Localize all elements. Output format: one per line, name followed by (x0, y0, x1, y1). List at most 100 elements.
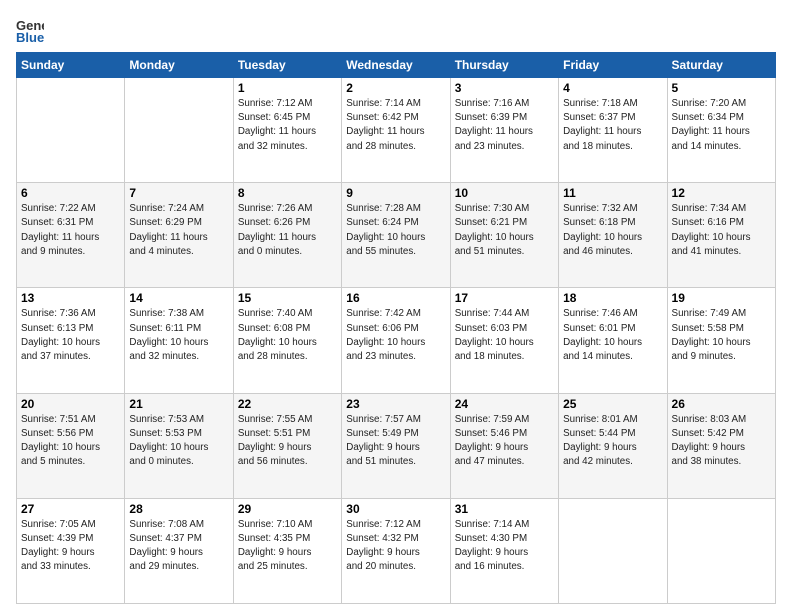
day-info: Sunrise: 7:53 AMSunset: 5:53 PMDaylight:… (129, 413, 228, 470)
calendar-cell: 15Sunrise: 7:40 AMSunset: 6:08 PMDayligh… (233, 288, 341, 393)
calendar-cell: 10 Sunrise: 7:30 AMSunset: 6:21 PMDayligh… (450, 183, 558, 288)
day-number: 31 (455, 502, 554, 516)
day-number: 19 (672, 291, 771, 305)
day-number: 11 (563, 186, 662, 200)
day-info: Sunrise: 7:20 AMSunset: 6:34 PMDaylight:… (672, 97, 771, 154)
day-info: Sunrise: 7:10 AMSunset: 4:35 PMDaylight:… (238, 518, 337, 575)
calendar-week-row: 27Sunrise: 7:05 AMSunset: 4:39 PMDayligh… (17, 498, 776, 603)
calendar-cell: 28 Sunrise: 7:08 AMSunset: 4:37 PMDayligh… (125, 498, 233, 603)
logo: General Blue (16, 16, 50, 44)
day-number: 7 (129, 186, 228, 200)
calendar-cell: 29 Sunrise: 7:10 AMSunset: 4:35 PMDayligh… (233, 498, 341, 603)
day-number: 28 (129, 502, 228, 516)
calendar-cell: 20 Sunrise: 7:51 AMSunset: 5:56 PMDayligh… (17, 393, 125, 498)
day-number: 13 (21, 291, 120, 305)
day-info: Sunrise: 7:30 AMSunset: 6:21 PMDaylight:… (455, 202, 554, 259)
calendar-cell: 30 Sunrise: 7:12 AMSunset: 4:32 PMDayligh… (342, 498, 450, 603)
calendar-table: SundayMondayTuesdayWednesdayThursdayFrid… (16, 52, 776, 604)
day-info: Sunrise: 7:32 AMSunset: 6:18 PMDaylight:… (563, 202, 662, 259)
calendar-cell: 25 Sunrise: 8:01 AMSunset: 5:44 PMDayligh… (559, 393, 667, 498)
day-info: Sunrise: 7:55 AMSunset: 5:51 PMDaylight:… (238, 413, 337, 470)
logo-icon: General Blue (16, 16, 44, 44)
day-info: Sunrise: 7:08 AMSunset: 4:37 PMDaylight:… (129, 518, 228, 575)
day-number: 8 (238, 186, 337, 200)
day-number: 14 (129, 291, 228, 305)
day-of-week-header: Sunday (17, 53, 125, 78)
calendar-body: 1Sunrise: 7:12 AMSunset: 6:45 PMDaylight… (17, 78, 776, 604)
day-info: Sunrise: 7:51 AMSunset: 5:56 PMDaylight:… (21, 413, 120, 470)
day-info: Sunrise: 8:01 AMSunset: 5:44 PMDaylight:… (563, 413, 662, 470)
day-number: 26 (672, 397, 771, 411)
calendar-cell: 18 Sunrise: 7:46 AMSunset: 6:01 PMDayligh… (559, 288, 667, 393)
calendar-cell (559, 498, 667, 603)
calendar-week-row: 13 Sunrise: 7:36 AMSunset: 6:13 PMDayligh… (17, 288, 776, 393)
day-info: Sunrise: 7:14 AMSunset: 4:30 PMDaylight:… (455, 518, 554, 575)
day-info: Sunrise: 7:12 AMSunset: 4:32 PMDaylight:… (346, 518, 445, 575)
day-info: Sunrise: 7:14 AMSunset: 6:42 PMDaylight:… (346, 97, 445, 154)
day-info: Sunrise: 7:34 AMSunset: 6:16 PMDaylight:… (672, 202, 771, 259)
calendar-cell: 24 Sunrise: 7:59 AMSunset: 5:46 PMDayligh… (450, 393, 558, 498)
day-info: Sunrise: 7:46 AMSunset: 6:01 PMDaylight:… (563, 307, 662, 364)
calendar-cell (125, 78, 233, 183)
day-number: 5 (672, 81, 771, 95)
calendar-cell: 23 Sunrise: 7:57 AMSunset: 5:49 PMDayligh… (342, 393, 450, 498)
header: General Blue (16, 16, 776, 44)
calendar-cell: 14Sunrise: 7:38 AMSunset: 6:11 PMDayligh… (125, 288, 233, 393)
day-number: 22 (238, 397, 337, 411)
day-number: 4 (563, 81, 662, 95)
calendar-week-row: 6Sunrise: 7:22 AMSunset: 6:31 PMDaylight… (17, 183, 776, 288)
calendar-header: SundayMondayTuesdayWednesdayThursdayFrid… (17, 53, 776, 78)
calendar-cell: 22 Sunrise: 7:55 AMSunset: 5:51 PMDayligh… (233, 393, 341, 498)
day-number: 29 (238, 502, 337, 516)
day-number: 9 (346, 186, 445, 200)
day-number: 24 (455, 397, 554, 411)
day-of-week-header: Monday (125, 53, 233, 78)
calendar-cell (17, 78, 125, 183)
day-number: 18 (563, 291, 662, 305)
calendar-cell: 13 Sunrise: 7:36 AMSunset: 6:13 PMDayligh… (17, 288, 125, 393)
day-number: 25 (563, 397, 662, 411)
day-of-week-header: Tuesday (233, 53, 341, 78)
calendar-cell: 17 Sunrise: 7:44 AMSunset: 6:03 PMDayligh… (450, 288, 558, 393)
day-info: Sunrise: 7:26 AMSunset: 6:26 PMDaylight:… (238, 202, 337, 259)
calendar-cell: 4Sunrise: 7:18 AMSunset: 6:37 PMDaylight… (559, 78, 667, 183)
calendar-cell: 19 Sunrise: 7:49 AMSunset: 5:58 PMDayligh… (667, 288, 775, 393)
day-number: 17 (455, 291, 554, 305)
calendar-page: General Blue SundayMondayTuesdayWednesda… (0, 0, 792, 612)
calendar-cell: 12 Sunrise: 7:34 AMSunset: 6:16 PMDayligh… (667, 183, 775, 288)
day-info: Sunrise: 7:59 AMSunset: 5:46 PMDaylight:… (455, 413, 554, 470)
day-number: 15 (238, 291, 337, 305)
day-info: Sunrise: 8:03 AMSunset: 5:42 PMDaylight:… (672, 413, 771, 470)
day-info: Sunrise: 7:22 AMSunset: 6:31 PMDaylight:… (21, 202, 120, 259)
day-of-week-header: Wednesday (342, 53, 450, 78)
day-number: 20 (21, 397, 120, 411)
calendar-cell: 5 Sunrise: 7:20 AMSunset: 6:34 PMDaylight… (667, 78, 775, 183)
calendar-cell: 7 Sunrise: 7:24 AMSunset: 6:29 PMDaylight… (125, 183, 233, 288)
day-of-week-header: Saturday (667, 53, 775, 78)
day-info: Sunrise: 7:57 AMSunset: 5:49 PMDaylight:… (346, 413, 445, 470)
day-number: 27 (21, 502, 120, 516)
calendar-cell: 26 Sunrise: 8:03 AMSunset: 5:42 PMDayligh… (667, 393, 775, 498)
calendar-cell: 11 Sunrise: 7:32 AMSunset: 6:18 PMDayligh… (559, 183, 667, 288)
calendar-week-row: 20 Sunrise: 7:51 AMSunset: 5:56 PMDayligh… (17, 393, 776, 498)
calendar-cell (667, 498, 775, 603)
day-number: 1 (238, 81, 337, 95)
day-info: Sunrise: 7:44 AMSunset: 6:03 PMDaylight:… (455, 307, 554, 364)
day-info: Sunrise: 7:36 AMSunset: 6:13 PMDaylight:… (21, 307, 120, 364)
day-number: 2 (346, 81, 445, 95)
day-number: 21 (129, 397, 228, 411)
calendar-cell: 27Sunrise: 7:05 AMSunset: 4:39 PMDayligh… (17, 498, 125, 603)
day-number: 16 (346, 291, 445, 305)
day-number: 3 (455, 81, 554, 95)
calendar-cell: 9Sunrise: 7:28 AMSunset: 6:24 PMDaylight… (342, 183, 450, 288)
day-number: 12 (672, 186, 771, 200)
day-info: Sunrise: 7:16 AMSunset: 6:39 PMDaylight:… (455, 97, 554, 154)
day-of-week-header: Friday (559, 53, 667, 78)
day-info: Sunrise: 7:49 AMSunset: 5:58 PMDaylight:… (672, 307, 771, 364)
calendar-cell: 8 Sunrise: 7:26 AMSunset: 6:26 PMDaylight… (233, 183, 341, 288)
day-info: Sunrise: 7:24 AMSunset: 6:29 PMDaylight:… (129, 202, 228, 259)
day-number: 10 (455, 186, 554, 200)
day-number: 23 (346, 397, 445, 411)
calendar-cell: 3 Sunrise: 7:16 AMSunset: 6:39 PMDaylight… (450, 78, 558, 183)
day-number: 30 (346, 502, 445, 516)
